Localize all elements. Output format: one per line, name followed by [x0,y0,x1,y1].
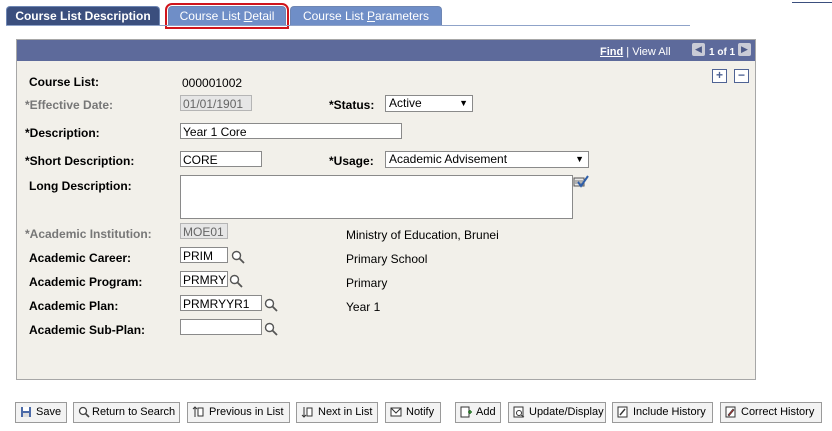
academic-career-desc: Primary School [346,252,428,266]
description-label: *Description: [25,126,100,140]
spell-check-icon[interactable] [573,175,589,189]
academic-plan-field[interactable]: PRMRYYR1 [180,295,262,311]
academic-subplan-label: Academic Sub-Plan: [29,323,146,337]
save-button[interactable]: Save [15,402,67,423]
save-label: Save [36,406,62,418]
tab-course-list-detail[interactable]: Course List Detail [165,3,289,29]
course-list-value: 000001002 [182,76,243,90]
academic-career-label: Academic Career: [29,251,132,265]
chevron-down-icon: ▼ [459,98,468,108]
tab-label-pre: Course List [179,9,244,23]
return-to-search-button[interactable]: Return to Search [73,402,180,423]
return-to-search-label: Return to Search [92,406,176,418]
update-display-icon [513,406,525,418]
first-row-icon[interactable]: ◀ [692,43,705,56]
academic-career-field[interactable]: PRIM [180,247,228,263]
row-count: 1 of 1 [709,47,736,58]
tab-baseline [6,25,690,26]
description-field[interactable]: Year 1 Core [180,123,402,139]
include-history-button[interactable]: Include History [612,402,713,423]
save-icon [21,407,31,417]
search-icon[interactable] [264,298,278,312]
page-toolbar: Save Return to Search Previous in List N… [0,402,832,424]
search-icon [78,406,90,418]
academic-subplan-field[interactable] [180,319,262,335]
academic-institution-field: MOE01 [180,223,228,239]
next-in-list-label: Next in List [318,406,373,418]
tab-accesskey: P [366,9,375,23]
long-description-textarea[interactable] [180,175,573,219]
correct-history-icon [725,406,736,418]
search-icon[interactable] [264,322,278,336]
notify-label: Notify [406,406,435,418]
tab-label-post: arameters [375,9,430,23]
search-icon[interactable] [231,250,245,264]
short-description-label: *Short Description: [25,154,135,168]
notify-icon [390,407,402,417]
long-description-label: Long Description: [29,179,132,193]
last-row-icon[interactable]: ▶ [738,43,751,56]
previous-in-list-label: Previous in List [209,406,284,418]
previous-in-list-button[interactable]: Previous in List [187,402,290,423]
next-list-icon [301,407,313,418]
status-select[interactable]: Active ▼ [385,95,473,112]
search-icon[interactable] [229,274,243,288]
effective-date-label: *Effective Date: [25,98,114,112]
grid-nav-links: Find | View All [600,46,671,58]
academic-plan-label: Academic Plan: [29,299,119,313]
correct-history-label: Correct History [741,406,815,418]
short-description-field[interactable]: CORE [180,151,262,167]
usage-value: Academic Advisement [389,152,508,166]
add-row-icon[interactable]: + [712,69,727,83]
previous-list-icon [192,406,204,417]
tab-label-post: etail [252,9,275,23]
panel-header-bar: Find | View All ◀ 1 of 1 ▶ [17,40,755,61]
academic-program-desc: Primary [346,276,388,290]
nav-separator: | [623,46,633,58]
usage-select[interactable]: Academic Advisement ▼ [385,151,589,168]
view-all-link[interactable]: View All [632,46,670,58]
update-display-label: Update/Display [529,406,604,418]
tab-course-list-description[interactable]: Course List Description [6,6,160,26]
include-history-label: Include History [633,406,706,418]
notify-button[interactable]: Notify [385,402,441,423]
include-history-icon [617,406,628,418]
academic-plan-desc: Year 1 [346,300,381,314]
update-display-button[interactable]: Update/Display [508,402,606,423]
tab-course-list-parameters[interactable]: Course List Parameters [290,6,442,26]
usage-label: *Usage: [329,154,374,168]
academic-institution-desc: Ministry of Education, Brunei [346,228,499,242]
tab-label-pre: Course List [302,9,367,23]
academic-program-label: Academic Program: [29,275,143,289]
next-in-list-button[interactable]: Next in List [296,402,378,423]
status-label: *Status: [329,98,375,112]
academic-program-field[interactable]: PRMRY [180,271,228,287]
academic-institution-label: *Academic Institution: [25,227,152,241]
correct-history-button[interactable]: Correct History [720,402,822,423]
effective-date-field: 01/01/1901 [180,95,252,111]
course-list-label: Course List: [29,75,100,89]
add-button[interactable]: Add [455,402,501,423]
course-list-panel: Find | View All ◀ 1 of 1 ▶ + − Course Li… [16,39,756,380]
delete-row-icon[interactable]: − [734,69,749,83]
add-icon [460,406,472,418]
top-right-rule [792,2,832,3]
status-value: Active [389,96,422,110]
add-label: Add [476,406,496,418]
find-link[interactable]: Find [600,46,623,58]
tab-label: Course List Description [15,9,151,23]
chevron-down-icon: ▼ [575,154,584,164]
